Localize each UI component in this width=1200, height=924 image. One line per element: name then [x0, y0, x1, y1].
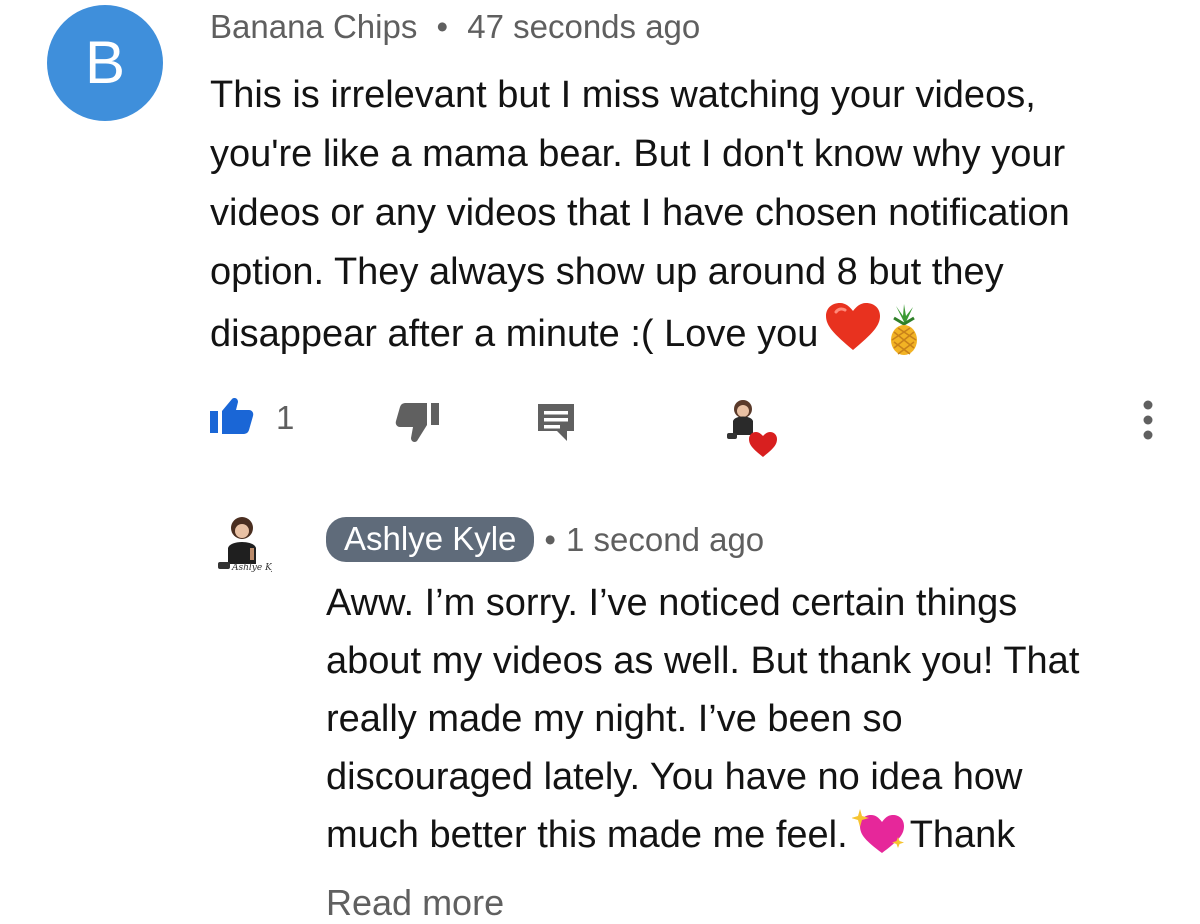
reply-timestamp[interactable]: 1 second ago	[566, 521, 764, 559]
comment-thread: B Banana Chips • 47 seconds ago This is …	[0, 0, 1200, 470]
like-button[interactable]: 1	[208, 395, 294, 440]
reply-line: much better this made me feel. Thank	[326, 806, 1186, 872]
comment-actions: 1	[0, 395, 1200, 457]
comment-body: This is irrelevant but I miss watching y…	[210, 66, 1180, 374]
reply-icon	[535, 404, 577, 447]
comment-line: disappear after a minute :( Love you	[210, 302, 1180, 374]
comment-line: option. They always show up around 8 but…	[210, 251, 1004, 293]
thumbs-up-icon	[208, 395, 254, 440]
pineapple-emoji	[884, 304, 924, 374]
comment-line-text: disappear after a minute :( Love you	[210, 313, 819, 355]
read-more-link[interactable]: Read more	[326, 882, 504, 924]
reply-line-text: much better this made me feel.	[326, 814, 848, 856]
comment-line: you're like a mama bear. But I don't kno…	[210, 133, 1066, 175]
comment-meta: Banana Chips • 47 seconds ago	[210, 8, 700, 46]
comment-timestamp[interactable]: 47 seconds ago	[467, 8, 700, 45]
more-vert-icon	[1138, 400, 1158, 445]
reply-button[interactable]	[535, 401, 577, 448]
reply-line-tail: Thank	[909, 814, 1016, 856]
comment-line: This is irrelevant but I miss watching y…	[210, 74, 1036, 116]
dislike-button[interactable]	[395, 401, 441, 450]
more-options-button[interactable]	[1138, 399, 1158, 446]
meta-separator: •	[544, 520, 556, 558]
reply-line: about my videos as well. But thank you! …	[326, 640, 1080, 682]
heart-emoji	[824, 302, 882, 370]
reply-line: really made my night. I’ve been so	[326, 698, 903, 740]
reply-body: Aww. I’m sorry. I’ve noticed certain thi…	[326, 574, 1186, 872]
avatar[interactable]: B	[47, 5, 163, 121]
sparkling-heart-emoji	[850, 807, 906, 872]
creator-heart-icon	[725, 395, 781, 464]
meta-separator: •	[436, 8, 449, 45]
reply-meta: Ashlye Kyle • 1 second ago	[326, 517, 764, 562]
comment-line: videos or any videos that I have chosen …	[210, 192, 1070, 234]
reply-comment: Ashlye Kyle Ashlye Kyle • 1 second ago A…	[0, 500, 1200, 924]
reply-avatar[interactable]: Ashlye Kyle	[216, 514, 285, 581]
svg-text:Ashlye Kyle: Ashlye Kyle	[231, 563, 272, 573]
reply-author-badge[interactable]: Ashlye Kyle	[326, 517, 535, 562]
comment-author[interactable]: Banana Chips	[210, 8, 417, 45]
reply-line: Aww. I’m sorry. I’ve noticed certain thi…	[326, 582, 1018, 624]
like-count: 1	[276, 398, 295, 436]
reply-line: discouraged lately. You have no idea how	[326, 756, 1023, 798]
thumbs-down-icon	[395, 403, 441, 449]
